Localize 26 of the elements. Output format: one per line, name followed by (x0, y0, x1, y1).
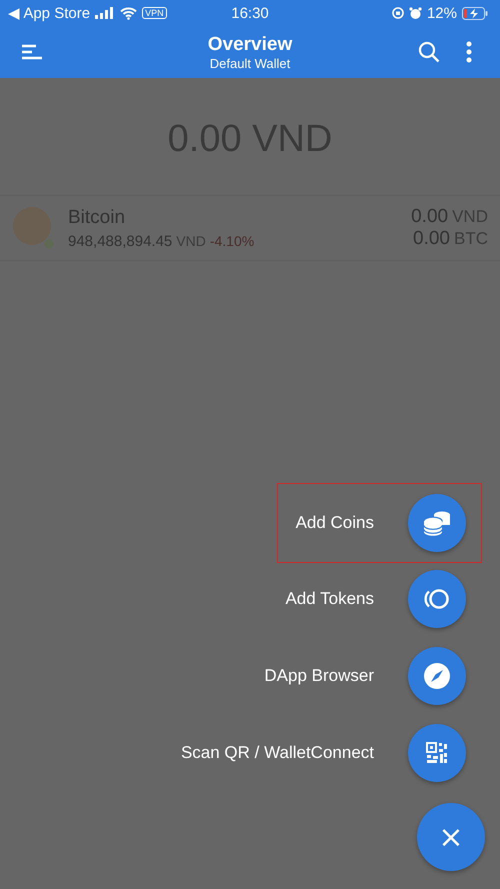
action-button[interactable] (408, 494, 466, 552)
action-button[interactable] (408, 646, 466, 704)
wifi-icon (120, 6, 138, 20)
action-button[interactable] (408, 570, 466, 628)
action-button[interactable] (408, 724, 466, 782)
battery-charging-icon (462, 6, 488, 20)
signal-icon (95, 7, 116, 19)
wallet-name: Default Wallet (210, 56, 290, 70)
vpn-badge: VPN (142, 7, 167, 19)
compass-icon (423, 662, 451, 690)
action-label[interactable]: Add Coins (296, 513, 374, 533)
screen-title: Overview (208, 34, 292, 56)
more-options-icon[interactable] (466, 41, 472, 63)
search-icon[interactable] (418, 41, 440, 63)
menu-icon[interactable] (22, 44, 42, 60)
coins-icon (422, 510, 452, 536)
back-to-app-link[interactable]: ◀ App Store (8, 4, 90, 22)
battery-percent: 12% (426, 4, 457, 22)
qr-code-icon (426, 742, 448, 764)
action-label[interactable]: DApp Browser (264, 666, 374, 686)
price-change: -4.10% (210, 232, 254, 248)
clock-time: 16:30 (231, 4, 269, 22)
action-label[interactable]: Add Tokens (285, 588, 374, 608)
action-label[interactable]: Scan QR / WalletConnect (180, 742, 374, 762)
close-button[interactable]: × (417, 803, 485, 871)
token-rings-icon (423, 588, 451, 610)
